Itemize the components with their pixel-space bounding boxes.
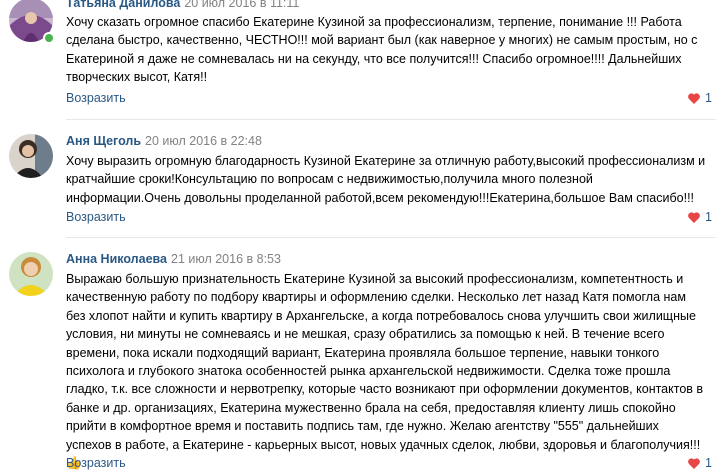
like-count: 1 xyxy=(705,210,712,224)
like-button[interactable]: 1 xyxy=(688,91,712,105)
avatar[interactable] xyxy=(9,134,53,178)
comment-item: Татьяна Данилова 20 июл 2016 в 11:11 Хочу… xyxy=(0,0,716,120)
author-name[interactable]: Анна Николаева 21 июл 2016 в 8:53 xyxy=(66,252,281,266)
like-count: 1 xyxy=(705,456,712,470)
comment-item: Аня Щеголь 20 июл 2016 в 22:48 Хочу выраз… xyxy=(0,120,716,238)
like-button[interactable]: 1 xyxy=(688,210,712,224)
avatar[interactable] xyxy=(9,252,53,296)
like-count: 1 xyxy=(705,91,712,105)
like-button[interactable]: 1 xyxy=(688,456,712,470)
comment-date[interactable]: 21 июл 2016 в 8:53 xyxy=(171,252,281,266)
comment-text: Выражаю большую признательность Екатерин… xyxy=(66,272,704,471)
comment-text: Хочу сказать огромное спасибо Екатерине … xyxy=(66,15,698,85)
reply-button[interactable]: Возразить xyxy=(66,456,126,470)
heart-icon xyxy=(688,211,700,223)
comment-date[interactable]: 20 июл 2016 в 11:11 xyxy=(184,0,299,10)
comment-item: Анна Николаева 21 июл 2016 в 8:53 Выражаю… xyxy=(0,238,716,470)
reply-button[interactable]: Возразить xyxy=(66,210,126,224)
reply-button[interactable]: Возразить xyxy=(66,91,126,105)
author-name[interactable]: Аня Щеголь 20 июл 2016 в 22:48 xyxy=(66,134,262,148)
heart-icon xyxy=(688,92,700,104)
comment-date[interactable]: 20 июл 2016 в 22:48 xyxy=(145,134,262,148)
author-name[interactable]: Татьяна Данилова 20 июл 2016 в 11:11 xyxy=(66,0,299,10)
comment-text: Хочу выразить огромную благодарность Куз… xyxy=(66,154,706,205)
online-indicator xyxy=(43,32,55,44)
